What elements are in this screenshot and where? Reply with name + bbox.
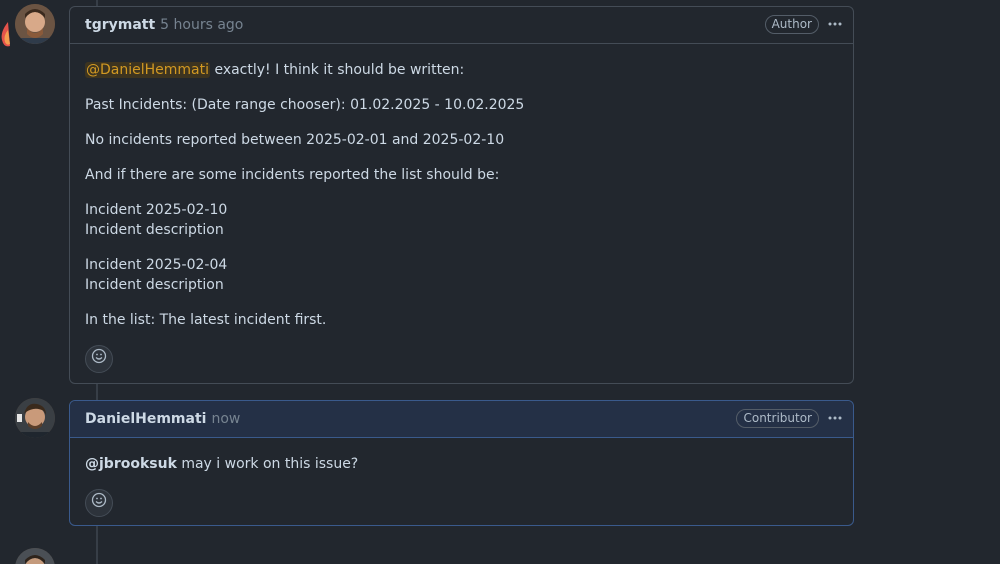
comment-body: @DanielHemmati exactly! I think it shoul… [70, 44, 853, 387]
comment-paragraph: Past Incidents: (Date range chooser): 01… [85, 97, 525, 113]
smiley-icon [91, 348, 107, 370]
comment: DanielHemmati now Contributor @jbrooksuk… [69, 400, 854, 526]
comment-paragraph: @DanielHemmati exactly! I think it shoul… [85, 62, 465, 78]
comment-paragraph: And if there are some incidents reported… [85, 167, 500, 183]
avatar[interactable] [15, 4, 55, 44]
comment-header: DanielHemmati now Contributor [70, 401, 853, 438]
incident-entry: Incident 2025-02-10 Incident description [85, 202, 228, 238]
comment-paragraph: In the list: The latest incident first. [85, 312, 327, 328]
add-reaction-button[interactable] [85, 345, 113, 373]
issue-timeline: tgrymatt 5 hours ago Author @DanielHemma… [0, 0, 1000, 564]
avatar[interactable] [15, 398, 55, 438]
kebab-horizontal-icon[interactable] [825, 408, 845, 428]
comment-body: @jbrooksuk may i work on this issue? [70, 438, 853, 531]
avatar[interactable] [15, 548, 55, 564]
add-reaction-button[interactable] [85, 489, 113, 517]
kebab-horizontal-icon[interactable] [825, 14, 845, 34]
comment-timestamp[interactable]: 5 hours ago [160, 17, 243, 33]
comment-paragraph: @jbrooksuk may i work on this issue? [85, 456, 359, 472]
flame-icon [0, 22, 10, 48]
author-badge: Author [764, 15, 819, 34]
comment-paragraph: No incidents reported between 2025-02-01… [85, 132, 505, 148]
smiley-icon [91, 492, 107, 514]
comment: tgrymatt 5 hours ago Author @DanielHemma… [69, 6, 854, 384]
user-mention[interactable]: @DanielHemmati [85, 62, 210, 78]
contributor-badge: Contributor [736, 409, 819, 428]
user-mention[interactable]: @jbrooksuk [85, 456, 177, 472]
comment-timestamp[interactable]: now [211, 411, 240, 427]
comment-header: tgrymatt 5 hours ago Author [70, 7, 853, 44]
incident-entry: Incident 2025-02-04 Incident description [85, 257, 228, 293]
comment-author[interactable]: DanielHemmati [85, 411, 206, 427]
comment-author[interactable]: tgrymatt [85, 17, 155, 33]
